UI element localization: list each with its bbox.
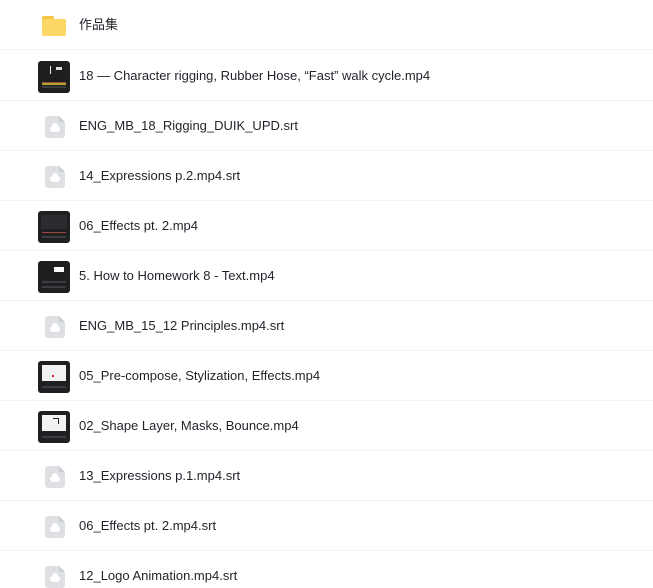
list-item[interactable]: ENG_MB_15_12 Principles.mp4.srt <box>0 301 653 351</box>
list-item[interactable]: 5. How to Homework 8 - Text.mp4 <box>0 251 653 301</box>
file-name: 05_Pre-compose, Stylization, Effects.mp4 <box>79 368 321 383</box>
video-thumbnail-icon <box>38 211 70 243</box>
file-name: 02_Shape Layer, Masks, Bounce.mp4 <box>79 418 299 433</box>
list-item[interactable]: 05_Pre-compose, Stylization, Effects.mp4 <box>0 351 653 401</box>
video-thumbnail-icon <box>38 61 70 93</box>
file-name: 14_Expressions p.2.mp4.srt <box>79 168 241 183</box>
file-icon <box>38 561 70 588</box>
list-item[interactable]: 02_Shape Layer, Masks, Bounce.mp4 <box>0 401 653 451</box>
list-item[interactable]: 06_Effects pt. 2.mp4 <box>0 201 653 251</box>
file-icon <box>38 511 70 543</box>
list-item[interactable]: 18 — Character rigging, Rubber Hose, “Fa… <box>0 51 653 101</box>
file-name: ENG_MB_15_12 Principles.mp4.srt <box>79 318 285 333</box>
list-item[interactable]: 12_Logo Animation.mp4.srt <box>0 551 653 588</box>
list-item[interactable]: ENG_MB_18_Rigging_DUIK_UPD.srt <box>0 101 653 151</box>
file-icon <box>38 461 70 493</box>
file-name: 06_Effects pt. 2.mp4.srt <box>79 518 217 533</box>
list-item[interactable]: 作品集 <box>0 0 653 50</box>
file-name: 12_Logo Animation.mp4.srt <box>79 568 238 583</box>
file-icon <box>38 161 70 193</box>
file-name: 18 — Character rigging, Rubber Hose, “Fa… <box>79 68 431 83</box>
file-icon <box>38 311 70 343</box>
file-name: 作品集 <box>79 17 119 32</box>
file-name: 13_Expressions p.1.mp4.srt <box>79 468 241 483</box>
file-name: 06_Effects pt. 2.mp4 <box>79 218 198 233</box>
list-item[interactable]: 06_Effects pt. 2.mp4.srt <box>0 501 653 551</box>
video-thumbnail-icon <box>38 261 70 293</box>
list-item[interactable]: 14_Expressions p.2.mp4.srt <box>0 151 653 201</box>
file-name: ENG_MB_18_Rigging_DUIK_UPD.srt <box>79 118 298 133</box>
file-icon <box>38 111 70 143</box>
folder-icon <box>38 10 70 42</box>
video-thumbnail-icon <box>38 361 70 393</box>
video-thumbnail-icon <box>38 411 70 443</box>
file-name: 5. How to Homework 8 - Text.mp4 <box>79 268 275 283</box>
file-list: 作品集 18 — Character rigging, Rubber Hose,… <box>0 0 653 588</box>
list-item[interactable]: 13_Expressions p.1.mp4.srt <box>0 451 653 501</box>
